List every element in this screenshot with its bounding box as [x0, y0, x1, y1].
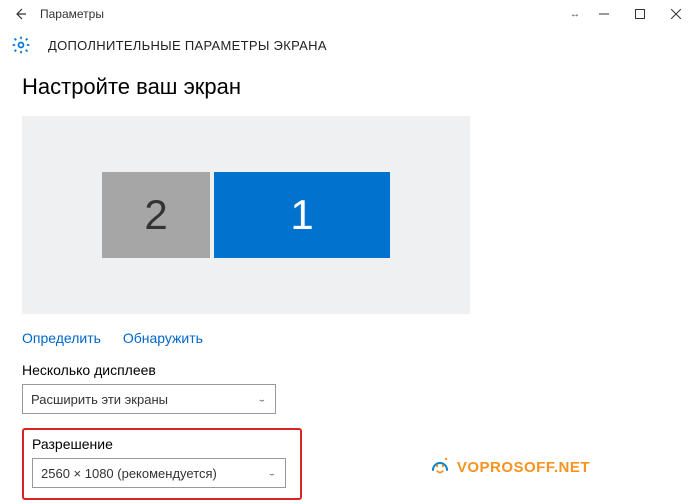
resize-hint-icon: ↔ — [570, 9, 580, 20]
multiple-displays-dropdown[interactable]: Расширить эти экраны ⌄ — [22, 384, 276, 414]
close-button[interactable] — [658, 0, 694, 28]
resolution-selected: 2560 × 1080 (рекомендуется) — [41, 466, 217, 481]
maximize-button[interactable] — [622, 0, 658, 28]
content-area: Настройте ваш экран 2 1 Определить Обнар… — [0, 74, 700, 500]
page-subtitle: ДОПОЛНИТЕЛЬНЫЕ ПАРАМЕТРЫ ЭКРАНА — [48, 38, 327, 53]
resolution-highlight: Разрешение 2560 × 1080 (рекомендуется) ⌄ — [22, 428, 302, 500]
identify-link[interactable]: Определить — [22, 330, 101, 346]
maximize-icon — [635, 9, 645, 19]
display-action-links: Определить Обнаружить — [22, 330, 678, 346]
gear-icon — [10, 34, 32, 56]
display-arrangement-panel[interactable]: 2 1 — [22, 116, 470, 314]
window-controls — [586, 0, 700, 28]
monitor-1[interactable]: 1 — [214, 172, 390, 258]
resolution-label: Разрешение — [32, 436, 292, 452]
detect-link[interactable]: Обнаружить — [123, 330, 203, 346]
subheader: ДОПОЛНИТЕЛЬНЫЕ ПАРАМЕТРЫ ЭКРАНА — [0, 28, 700, 70]
minimize-button[interactable] — [586, 0, 622, 28]
monitor-2-label: 2 — [144, 191, 167, 239]
titlebar: Параметры ↔ — [0, 0, 700, 28]
monitor-2[interactable]: 2 — [102, 172, 210, 258]
multiple-displays-selected: Расширить эти экраны — [31, 392, 168, 407]
chevron-down-icon: ⌄ — [267, 469, 277, 477]
chevron-down-icon: ⌄ — [257, 395, 267, 403]
watermark: VOPROSOFF.NET — [429, 456, 590, 478]
multiple-displays-label: Несколько дисплеев — [22, 362, 678, 378]
window-title: Параметры — [40, 7, 104, 21]
arrow-left-icon — [13, 7, 27, 21]
monitor-1-label: 1 — [290, 191, 313, 239]
resolution-dropdown[interactable]: 2560 × 1080 (рекомендуется) ⌄ — [32, 458, 286, 488]
monitor-group: 2 1 — [102, 172, 390, 258]
minimize-icon — [599, 9, 609, 19]
close-icon — [671, 9, 681, 19]
back-button[interactable] — [0, 0, 40, 28]
watermark-text: VOPROSOFF.NET — [457, 459, 590, 476]
watermark-logo-icon — [429, 456, 451, 478]
page-heading: Настройте ваш экран — [22, 74, 678, 100]
